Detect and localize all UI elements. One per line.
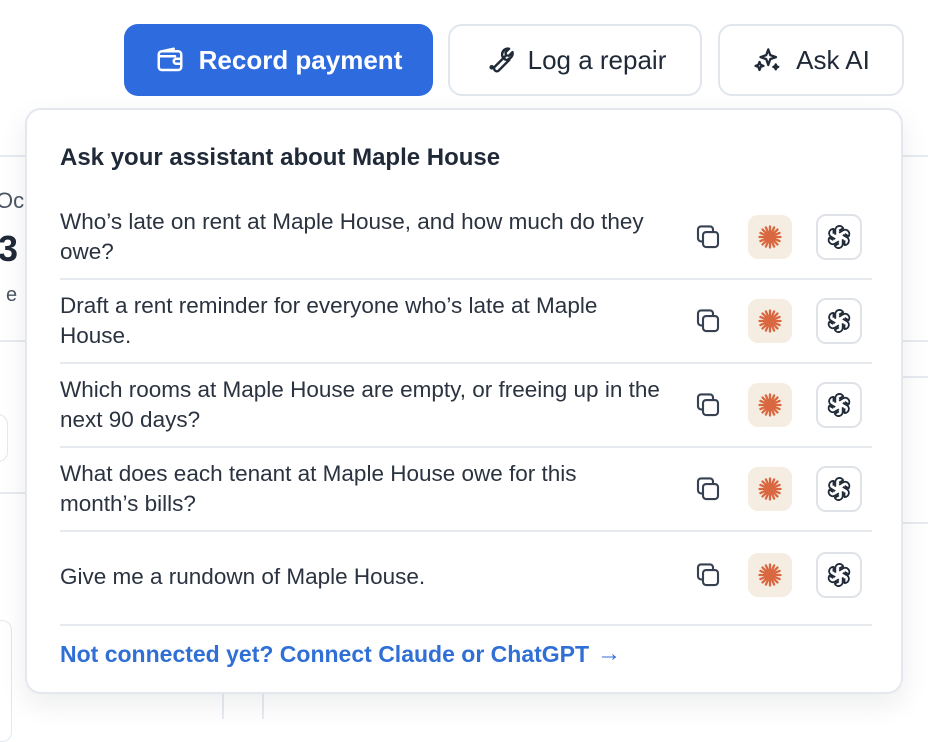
ask-chatgpt-button[interactable] <box>816 552 862 598</box>
copy-icon <box>696 563 720 587</box>
panel-title: Ask your assistant about Maple House <box>60 144 501 171</box>
divider <box>222 694 224 719</box>
ask-chatgpt-button[interactable] <box>816 466 862 512</box>
prompt-row: Give me a rundown of Maple House. <box>60 532 872 626</box>
divider <box>902 376 928 378</box>
connect-link-label: Not connected yet? Connect Claude or Cha… <box>60 640 590 667</box>
chatgpt-logo-icon <box>827 477 851 501</box>
background-input <box>0 414 8 462</box>
copy-icon <box>696 393 720 417</box>
claude-logo-icon <box>758 563 782 587</box>
ask-claude-button[interactable] <box>748 215 792 259</box>
divider <box>262 694 264 719</box>
ask-claude-button[interactable] <box>748 383 792 427</box>
connect-assistant-link[interactable]: Not connected yet? Connect Claude or Cha… <box>60 640 621 668</box>
record-payment-label: Record payment <box>198 44 403 75</box>
ask-chatgpt-button[interactable] <box>816 382 862 428</box>
claude-logo-icon <box>758 225 782 249</box>
prompt-actions <box>686 552 862 598</box>
prompt-text: Which rooms at Maple House are empty, or… <box>60 377 660 432</box>
divider <box>0 340 26 342</box>
divider <box>0 155 26 157</box>
chatgpt-logo-icon <box>827 393 851 417</box>
prompt-actions <box>686 214 862 260</box>
chatgpt-logo-icon <box>827 309 851 333</box>
copy-button[interactable] <box>686 467 730 511</box>
ask-chatgpt-button[interactable] <box>816 298 862 344</box>
divider <box>902 155 928 157</box>
divider <box>902 340 928 342</box>
prompt-row: Which rooms at Maple House are empty, or… <box>60 364 872 448</box>
copy-icon <box>696 309 720 333</box>
chatgpt-logo-icon <box>827 225 851 249</box>
prompt-text: Draft a rent reminder for everyone who’s… <box>60 293 598 348</box>
sparkles-icon <box>752 45 782 75</box>
copy-button[interactable] <box>686 215 730 259</box>
wallet-icon <box>155 45 185 75</box>
arrow-right-icon: → <box>597 640 622 667</box>
claude-logo-icon <box>758 393 782 417</box>
prompt-list: Who’s late on rent at Maple House, and h… <box>60 196 872 626</box>
claude-logo-icon <box>758 477 782 501</box>
prompt-text: Give me a rundown of Maple House. <box>60 564 426 589</box>
prompt-row: Draft a rent reminder for everyone who’s… <box>60 280 872 364</box>
background-card <box>0 620 12 742</box>
divider <box>902 522 928 524</box>
divider <box>0 492 26 494</box>
prompt-row: What does each tenant at Maple House owe… <box>60 448 872 532</box>
ask-chatgpt-button[interactable] <box>816 214 862 260</box>
copy-button[interactable] <box>686 553 730 597</box>
background-caption: l e <box>0 284 18 306</box>
ask-claude-button[interactable] <box>748 553 792 597</box>
prompt-actions <box>686 466 862 512</box>
record-payment-button[interactable]: Record payment <box>124 24 433 96</box>
copy-button[interactable] <box>686 299 730 343</box>
prompt-row: Who’s late on rent at Maple House, and h… <box>60 196 872 280</box>
chatgpt-logo-icon <box>827 563 851 587</box>
claude-logo-icon <box>758 309 782 333</box>
prompt-text: Who’s late on rent at Maple House, and h… <box>60 209 644 264</box>
ask-claude-button[interactable] <box>748 299 792 343</box>
background-label: Oc <box>0 188 25 213</box>
log-repair-label: Log a repair <box>527 44 667 75</box>
prompt-actions <box>686 382 862 428</box>
copy-icon <box>696 225 720 249</box>
ask-ai-button[interactable]: Ask AI <box>718 24 904 96</box>
copy-icon <box>696 477 720 501</box>
ask-ai-label: Ask AI <box>796 44 870 75</box>
background-stat: 3 <box>0 228 19 269</box>
ask-ai-dropdown: Ask your assistant about Maple House Who… <box>25 108 903 694</box>
copy-button[interactable] <box>686 383 730 427</box>
prompt-actions <box>686 298 862 344</box>
log-repair-button[interactable]: Log a repair <box>448 24 702 96</box>
wrench-icon <box>484 45 514 75</box>
ask-claude-button[interactable] <box>748 467 792 511</box>
prompt-text: What does each tenant at Maple House owe… <box>60 461 577 516</box>
